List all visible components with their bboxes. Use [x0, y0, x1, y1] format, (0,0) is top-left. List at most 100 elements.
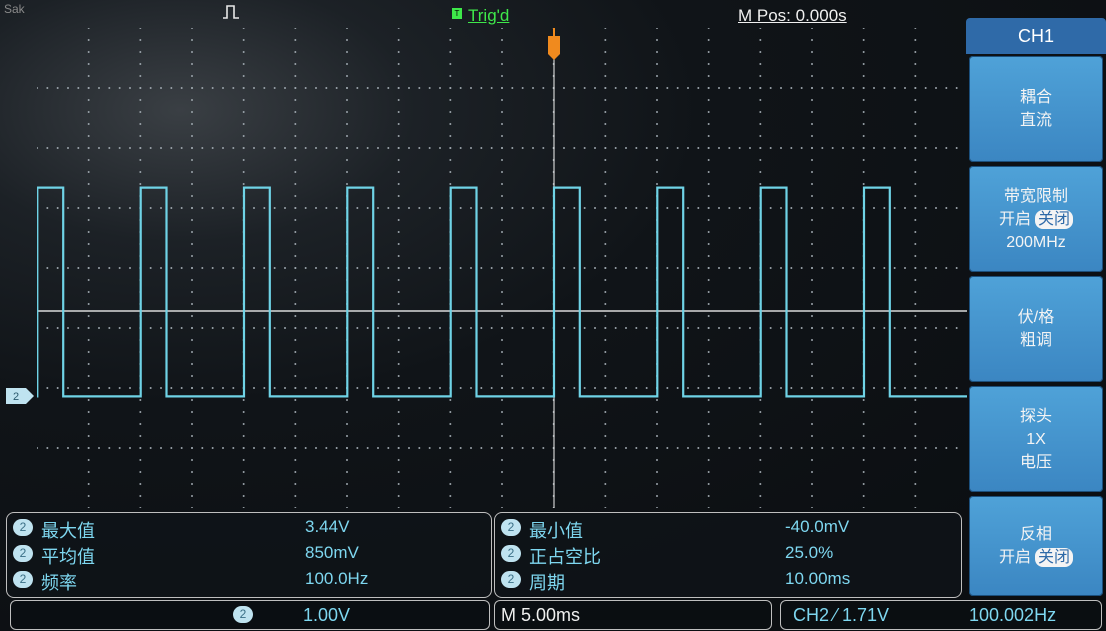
bandwidth-limit-button[interactable]: 带宽限制 开启 关闭 200MHz	[969, 166, 1103, 272]
grid-dot	[191, 315, 193, 317]
grid-dot	[294, 435, 297, 437]
grid-dot	[191, 291, 193, 293]
grid-dot	[397, 99, 400, 101]
grid-dot	[604, 327, 607, 329]
grid-dot	[397, 39, 400, 41]
grid-dot	[232, 87, 235, 89]
grid-dot	[594, 387, 596, 389]
invert-button[interactable]: 反相 开启 关闭	[969, 496, 1103, 596]
grid-dot	[676, 267, 679, 269]
grid-dot	[449, 51, 452, 53]
vertical-scale-box[interactable]: 2 1.00V	[10, 600, 490, 630]
grid-dot	[284, 147, 286, 149]
grid-dot	[583, 447, 586, 449]
grid-dot	[501, 471, 503, 473]
grid-dot	[284, 447, 286, 449]
grid-dot	[511, 267, 514, 269]
grid-dot	[428, 207, 431, 209]
grid-dot	[346, 147, 348, 149]
grid-dot	[397, 303, 400, 305]
grid-dot	[893, 327, 896, 329]
grid-dot	[397, 351, 400, 353]
grid-dot	[294, 99, 297, 101]
grid-dot	[521, 267, 524, 269]
grid-dot	[573, 147, 576, 149]
grid-dot	[67, 387, 69, 389]
grid-dot	[191, 411, 193, 413]
grid-dot	[604, 279, 607, 281]
grid-dot	[821, 327, 824, 329]
grid-dot	[573, 387, 576, 389]
rising-edge-trigger-icon	[223, 5, 239, 19]
grid-dot	[222, 267, 224, 269]
timebase-box[interactable]: M 5.00ms	[494, 600, 772, 630]
grid-dot	[67, 267, 69, 269]
grid-dot	[924, 267, 927, 269]
probe-button[interactable]: 探头 1X 电压	[969, 386, 1103, 492]
grid-dot	[501, 291, 503, 293]
grid-dot	[604, 231, 607, 233]
grid-dot	[315, 87, 317, 89]
grid-dot	[191, 495, 193, 497]
grid-dot	[201, 327, 204, 329]
measurement-name: 最大值	[41, 521, 95, 541]
coupling-button[interactable]: 耦合 直流	[969, 56, 1103, 162]
grid-dot	[366, 147, 369, 149]
grid-dot	[501, 483, 503, 485]
grid-dot	[914, 147, 917, 149]
grid-dot	[46, 147, 49, 149]
trigger-info-box[interactable]: CH2 ⁄ 1.71V 100.002Hz	[780, 600, 1102, 630]
grid-dot	[914, 339, 917, 341]
grid-dot	[242, 495, 245, 497]
grid-dot	[707, 183, 710, 185]
grid-dot	[749, 327, 751, 329]
grid-dot	[98, 327, 100, 329]
grid-dot	[294, 207, 297, 209]
grid-dot	[914, 387, 917, 389]
grid-dot	[387, 147, 390, 149]
grid-dot	[738, 327, 741, 329]
grid-dot	[707, 279, 710, 281]
invert-off-option-selected: 关闭	[1035, 548, 1074, 567]
grid-dot	[449, 159, 452, 161]
grid-dot	[366, 387, 369, 389]
grid-dot	[87, 183, 90, 185]
grid-dot	[842, 447, 844, 449]
grid-dot	[811, 75, 813, 77]
grid-dot	[56, 267, 59, 269]
grid-dot	[397, 135, 400, 137]
grid-dot	[811, 411, 813, 413]
grid-dot	[191, 507, 193, 508]
grid-dot	[170, 87, 173, 89]
volts-div-button[interactable]: 伏/格 粗调	[969, 276, 1103, 382]
grid-dot	[242, 28, 245, 29]
grid-dot	[139, 507, 142, 508]
grid-dot	[656, 159, 658, 161]
grid-dot	[790, 267, 793, 269]
grid-dot	[873, 207, 875, 209]
grid-dot	[821, 447, 824, 449]
grid-dot	[470, 447, 472, 449]
grid-dot	[449, 459, 452, 461]
grid-dot	[914, 28, 917, 29]
grid-dot	[294, 51, 297, 53]
grid-dot	[811, 363, 813, 365]
grid-dot	[397, 147, 400, 149]
grid-dot	[759, 495, 762, 497]
grid-dot	[707, 195, 710, 197]
grid-dot	[191, 243, 193, 245]
grid-dot	[914, 375, 917, 377]
grid-dot	[893, 147, 896, 149]
grid-dot	[304, 387, 307, 389]
grid-dot	[759, 447, 762, 449]
grid-dot	[242, 507, 245, 508]
grid-dot	[811, 195, 813, 197]
grid-dot	[87, 339, 90, 341]
grid-dot	[862, 147, 865, 149]
grid-dot	[935, 387, 937, 389]
grid-dot	[604, 99, 607, 101]
measurement-duty-cycle: 2 正占空比 25.0%	[495, 542, 961, 567]
grid-dot	[118, 207, 121, 209]
grid-dot	[439, 207, 441, 209]
grid-dot	[707, 28, 710, 29]
